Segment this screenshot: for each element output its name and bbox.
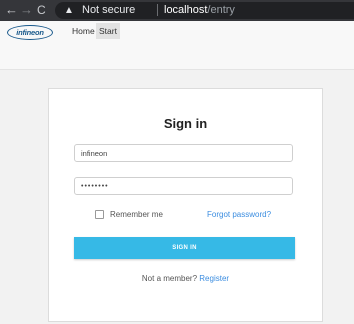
- url-text[interactable]: localhost/entry: [164, 2, 235, 19]
- browser-toolbar: ← → C ▲ Not secure localhost/entry: [0, 0, 354, 21]
- address-separator: [157, 4, 158, 16]
- logo-text: infineon: [16, 28, 44, 37]
- nav-home-link[interactable]: Home: [72, 25, 95, 38]
- remember-me[interactable]: Remember me: [95, 210, 163, 219]
- username-input[interactable]: [74, 144, 293, 162]
- register-prompt: Not a member? Register: [49, 274, 322, 283]
- not-member-text: Not a member?: [141, 274, 198, 283]
- warning-icon: ▲: [64, 5, 74, 16]
- forward-arrow-icon[interactable]: →: [20, 3, 33, 17]
- reload-icon[interactable]: C: [37, 3, 46, 17]
- app-navbar: infineon Home Start: [0, 21, 354, 70]
- url-path: /entry: [207, 4, 235, 16]
- signin-card: Sign in Remember me Forgot password? SIG…: [48, 88, 323, 322]
- remember-me-label: Remember me: [110, 210, 163, 219]
- url-host: localhost: [164, 4, 208, 16]
- back-arrow-icon[interactable]: ←: [5, 3, 18, 17]
- address-bar[interactable]: ▲ Not secure localhost/entry: [55, 2, 354, 19]
- nav-start-link[interactable]: Start: [96, 23, 120, 39]
- register-link[interactable]: Register: [199, 274, 229, 283]
- infineon-logo[interactable]: infineon: [7, 25, 53, 40]
- signin-title: Sign in: [163, 116, 208, 131]
- signin-button[interactable]: SIGN IN: [74, 237, 295, 259]
- forgot-password-link[interactable]: Forgot password?: [207, 210, 271, 219]
- password-input[interactable]: [74, 177, 293, 195]
- security-status[interactable]: Not secure: [82, 2, 135, 19]
- remember-me-checkbox[interactable]: [95, 210, 104, 219]
